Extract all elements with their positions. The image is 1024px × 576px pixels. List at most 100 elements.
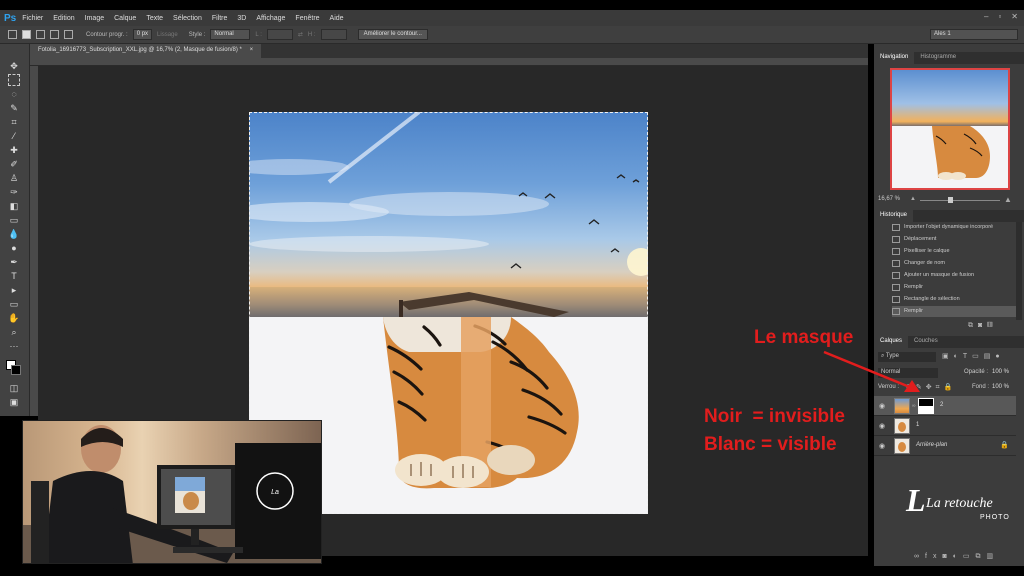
stamp-tool-icon[interactable]: ♙ [8,172,20,184]
background-color-swatch[interactable] [11,365,21,375]
gradient-tool-icon[interactable]: ▭ [8,214,20,226]
path-select-tool-icon[interactable]: ▸ [8,284,20,296]
filter-toggle-icon[interactable]: ● [995,353,1004,360]
history-item[interactable]: Rectangle de sélection [892,294,1016,305]
layer-thumbnail[interactable] [894,398,910,414]
fill-input[interactable]: 100 % [992,384,1009,390]
history-item-active[interactable]: Remplir [892,306,1016,317]
layer-row-1[interactable]: ◉ 1 [874,416,1016,436]
workspace-select[interactable]: Ales 1 [930,29,1018,40]
menu-aide[interactable]: Aide [330,15,344,22]
history-scrollbar[interactable] [1016,222,1022,320]
visibility-eye-icon[interactable]: ◉ [879,442,885,450]
layer-thumbnail[interactable] [894,438,910,454]
visibility-eye-icon[interactable]: ◉ [879,422,885,430]
trash-icon[interactable]: ▥ [987,322,997,329]
layer-name[interactable]: 2 [940,402,943,408]
link-layers-icon[interactable]: ∞ [914,553,925,560]
dodge-tool-icon[interactable]: ● [8,242,20,254]
style-select[interactable]: Normal [210,29,251,40]
lissage-checkbox[interactable]: Lissage [157,32,178,38]
width-input[interactable] [266,29,293,40]
add-mask-icon[interactable]: ◙ [942,553,952,560]
subtract-selection-icon[interactable] [50,30,59,39]
pen-tool-icon[interactable]: ✒ [8,256,20,268]
eyedropper-tool-icon[interactable]: ⁄ [8,130,20,142]
delete-layer-icon[interactable]: ▥ [987,553,1000,560]
document-tab[interactable]: Fotolia_16916773_Subscription_XXL.jpg @ … [30,44,262,58]
more-tools-icon[interactable]: ··· [8,340,20,352]
eraser-tool-icon[interactable]: ◧ [8,200,20,212]
rect-marquee-icon[interactable] [8,30,17,39]
new-document-icon[interactable]: ⧉ [968,322,978,329]
lock-artboard-icon[interactable]: ⌗ [936,384,944,391]
close-icon[interactable]: ✕ [1011,12,1018,21]
new-selection-icon[interactable] [22,30,31,39]
marquee-tool-icon[interactable] [8,74,20,86]
link-icon[interactable]: ∞ [912,403,916,409]
quick-mask-icon[interactable]: ◫ [8,382,20,394]
refine-edge-button[interactable]: Améliorer le contour... [357,29,428,40]
zoom-slider[interactable] [920,200,1000,201]
menu-3d[interactable]: 3D [237,15,246,22]
fx-icon[interactable]: fx [925,553,942,560]
layer-name[interactable]: 1 [916,422,919,428]
history-item[interactable]: Pixelliser le calque [892,246,1016,257]
menu-selection[interactable]: Sélection [173,15,202,22]
zoom-slider-handle[interactable] [948,197,953,203]
history-item[interactable]: Importer l'objet dynamique incorporé [892,222,1016,233]
tab-histogram[interactable]: Histogramme [914,52,962,64]
menu-texte[interactable]: Texte [146,15,163,22]
pixel-filter-icon[interactable]: ▣ [942,353,954,360]
menu-affichage[interactable]: Affichage [256,15,285,22]
opacity-input[interactable]: 100 % [992,369,1009,375]
shape-tool-icon[interactable]: ▭ [8,298,20,310]
restore-icon[interactable]: ▫ [998,12,1001,21]
layer-thumbnail[interactable] [894,418,910,434]
tab-navigation[interactable]: Navigation [874,52,915,64]
tab-channels[interactable]: Couches [908,336,944,348]
layer-row-background[interactable]: ◉ Arrière-plan 🔒 [874,436,1016,456]
adjustment-filter-icon[interactable]: ◐ [954,353,963,360]
tab-layers[interactable]: Calques [874,336,909,348]
adjustment-layer-icon[interactable]: ◐ [953,553,963,560]
zoom-in-icon[interactable]: ▲ [1004,195,1012,204]
blur-tool-icon[interactable]: 💧 [8,228,20,240]
menu-image[interactable]: Image [85,15,104,22]
camera-icon[interactable]: ◙ [978,322,987,329]
photoshop-logo[interactable]: Ps [4,13,16,24]
navigator-zoom-value[interactable]: 16,67 % [878,196,900,202]
layer-name[interactable]: Arrière-plan [916,442,947,448]
lasso-tool-icon[interactable]: ◌ [8,88,20,100]
new-layer-icon[interactable]: ⧉ [976,553,987,560]
healing-tool-icon[interactable]: ✚ [8,144,20,156]
quick-select-tool-icon[interactable]: ✎ [8,102,20,114]
height-input[interactable] [320,29,347,40]
history-item[interactable]: Changer de nom [892,258,1016,269]
menu-fenetre[interactable]: Fenêtre [295,15,319,22]
menu-filtre[interactable]: Filtre [212,15,228,22]
history-brush-tool-icon[interactable]: ✑ [8,186,20,198]
crop-tool-icon[interactable]: ⌗ [8,116,20,128]
menu-edition[interactable]: Edition [53,15,74,22]
visibility-eye-icon[interactable]: ◉ [879,402,885,410]
intersect-selection-icon[interactable] [64,30,73,39]
tab-history[interactable]: Historique [874,210,914,222]
history-item[interactable]: Ajouter un masque de fusion [892,270,1016,281]
screen-mode-icon[interactable]: ▣ [8,396,20,408]
close-tab-icon[interactable]: × [250,47,254,53]
layer-mask-thumbnail[interactable] [918,398,934,414]
swap-icon[interactable]: ⇄ [298,31,303,38]
contour-input[interactable]: 0 px [132,29,153,40]
zoom-tool-icon[interactable]: ⌕ [8,326,20,338]
menu-fichier[interactable]: Fichier [22,15,43,22]
smart-filter-icon[interactable]: ▤ [984,353,996,360]
group-icon[interactable]: ▭ [963,553,976,560]
type-filter-icon[interactable]: T [963,353,972,360]
move-tool-icon[interactable]: ✥ [8,60,20,72]
hand-tool-icon[interactable]: ✋ [8,312,20,324]
lock-all-icon[interactable]: 🔒 [944,384,957,391]
history-item[interactable]: Déplacement [892,234,1016,245]
shape-filter-icon[interactable]: ▭ [972,353,984,360]
add-selection-icon[interactable] [36,30,45,39]
